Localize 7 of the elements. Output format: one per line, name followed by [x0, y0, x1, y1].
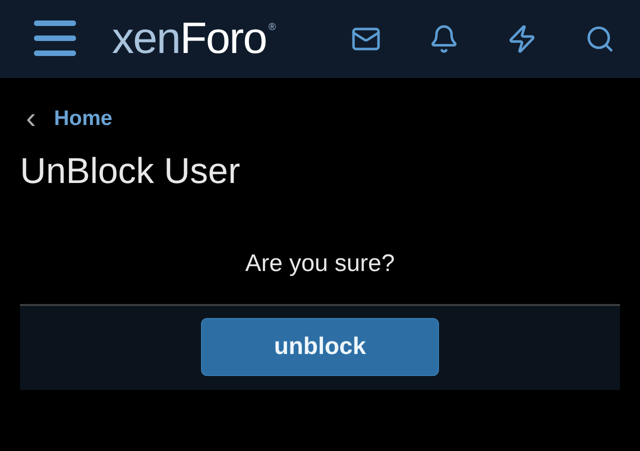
logo[interactable]: xenForo®: [112, 17, 275, 61]
menu-icon[interactable]: [32, 19, 78, 59]
home-link[interactable]: Home: [54, 107, 112, 131]
page-title: UnBlock User: [20, 150, 242, 192]
confirm-message: Are you sure?: [244, 250, 396, 278]
unblock-button[interactable]: unblock: [201, 318, 439, 376]
back-arrow[interactable]: ‹: [26, 104, 36, 134]
